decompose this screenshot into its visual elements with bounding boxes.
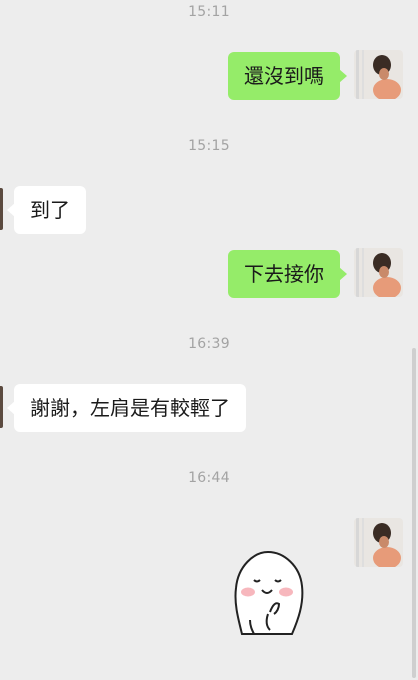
self-avatar[interactable] bbox=[354, 50, 403, 99]
profile-photo-icon bbox=[354, 248, 403, 297]
smiling-blob-icon bbox=[234, 550, 304, 635]
profile-photo-icon bbox=[354, 50, 403, 99]
scrollbar[interactable] bbox=[412, 348, 416, 678]
timestamp: 16:39 bbox=[188, 336, 230, 352]
message-bubble-incoming[interactable]: 謝謝，左肩是有較輕了 bbox=[7, 384, 246, 432]
contact-avatar[interactable] bbox=[0, 188, 3, 230]
smiling-blob-sticker[interactable] bbox=[228, 548, 308, 638]
timestamp: 15:11 bbox=[188, 4, 230, 20]
timestamp: 15:15 bbox=[188, 138, 230, 154]
self-avatar[interactable] bbox=[354, 518, 403, 567]
message-bubble-outgoing[interactable]: 下去接你 bbox=[228, 250, 347, 298]
self-avatar[interactable] bbox=[354, 248, 403, 297]
contact-avatar[interactable] bbox=[0, 386, 3, 428]
message-bubble-incoming[interactable]: 到了 bbox=[7, 186, 86, 234]
timestamp: 16:44 bbox=[188, 470, 230, 486]
profile-photo-icon bbox=[354, 518, 403, 567]
message-bubble-outgoing[interactable]: 還沒到嗎 bbox=[228, 52, 347, 100]
